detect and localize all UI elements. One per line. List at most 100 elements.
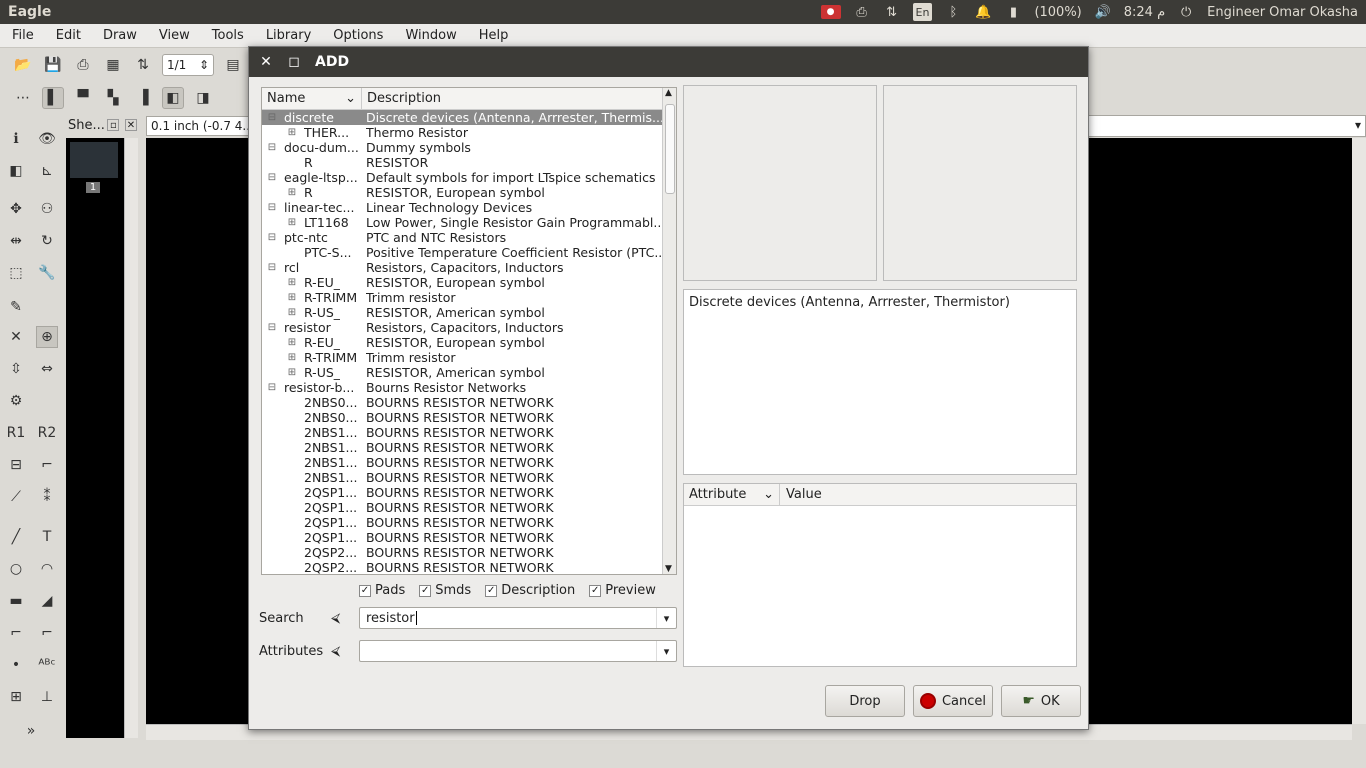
chevron-down-icon[interactable]: ▾ <box>1355 118 1361 132</box>
name-icon[interactable]: R1 <box>5 422 27 444</box>
pads-checkbox[interactable]: ✓ Pads <box>359 583 405 598</box>
open-icon[interactable]: 📂 <box>12 54 34 76</box>
rect-icon[interactable]: ▬ <box>5 590 27 612</box>
save-icon[interactable]: 💾 <box>42 54 64 76</box>
search-input[interactable]: resistor ▾ <box>359 607 677 629</box>
preview-checkbox[interactable]: ✓ Preview <box>589 583 656 598</box>
tree-row[interactable]: 2QSP1... BOURNS RESISTOR NETWORK <box>262 485 676 500</box>
paste-icon[interactable]: ✎ <box>5 296 27 318</box>
tree-row[interactable]: ⊟ linear-tec... Linear Technology Devices <box>262 200 676 215</box>
tree-row[interactable]: 2NBS1... BOURNS RESISTOR NETWORK <box>262 470 676 485</box>
expand-toggle-icon[interactable]: ⊞ <box>286 305 298 320</box>
expand-toggle-icon[interactable]: ⊞ <box>286 365 298 380</box>
tree-row[interactable]: ⊟ rcl Resistors, Capacitors, Inductors <box>262 260 676 275</box>
tree-row[interactable]: 2NBS0... BOURNS RESISTOR NETWORK <box>262 410 676 425</box>
spin-arrows-icon[interactable]: ⇕ <box>199 58 209 72</box>
cancel-button[interactable]: Cancel <box>913 685 993 717</box>
attribute-column-header[interactable]: Attribute ⌄ <box>684 484 780 505</box>
label-icon[interactable]: ᴬᴮᶜ <box>36 654 58 676</box>
move-icon[interactable]: ✥ <box>5 198 27 220</box>
value-icon[interactable]: R2 <box>36 422 58 444</box>
layer-icon[interactable]: ◧ <box>5 160 27 182</box>
menu-view[interactable]: View <box>147 28 200 43</box>
expand-toggle-icon[interactable]: ⊟ <box>266 320 278 335</box>
miter-icon[interactable]: ⌐ <box>36 454 58 476</box>
tree-scrollbar[interactable]: ▲ ▼ <box>662 88 676 574</box>
checkbox-box[interactable]: ✓ <box>419 584 432 597</box>
menu-tools[interactable]: Tools <box>200 28 254 43</box>
scroll-up-icon[interactable]: ▲ <box>665 88 672 98</box>
expand-toggle-icon[interactable]: ⊞ <box>286 275 298 290</box>
value-column-header[interactable]: Value <box>780 484 828 505</box>
expand-toggle-icon[interactable]: ⊞ <box>286 185 298 200</box>
copy-icon[interactable]: ⚇ <box>36 198 58 220</box>
expand-toggle-icon[interactable]: ⊟ <box>266 110 278 125</box>
battery-icon[interactable]: ▮ <box>1004 3 1022 21</box>
clock[interactable]: م 8:24 <box>1124 5 1165 20</box>
tree-row[interactable]: 2NBS1... BOURNS RESISTOR NETWORK <box>262 455 676 470</box>
bus-icon[interactable]: ⌐ <box>5 622 27 644</box>
tree-row[interactable]: ⊞ R-US_ RESISTOR, American symbol <box>262 305 676 320</box>
tree-row[interactable]: ⊞ R-TRIMM Trimm resistor <box>262 350 676 365</box>
menu-draw[interactable]: Draw <box>91 28 147 43</box>
tree-row[interactable]: ⊞ R-TRIMM Trimm resistor <box>262 290 676 305</box>
align-left-icon[interactable]: ▌ <box>42 87 64 109</box>
mirror-off-icon[interactable]: ◨ <box>192 87 214 109</box>
delete-icon[interactable]: ✕ <box>5 326 27 348</box>
tree-row[interactable]: 2NBS0... BOURNS RESISTOR NETWORK <box>262 395 676 410</box>
info-icon[interactable]: ℹ <box>5 128 27 150</box>
board-switch-icon[interactable]: ▤ <box>222 54 244 76</box>
align-top-icon[interactable]: ▀ <box>72 87 94 109</box>
tree-row[interactable]: R RESISTOR <box>262 155 676 170</box>
expand-toggle-icon[interactable]: ⊟ <box>266 260 278 275</box>
expand-toggle-icon[interactable]: ⊞ <box>286 350 298 365</box>
expand-toggle-icon[interactable]: ⊟ <box>266 380 278 395</box>
float-icon[interactable]: ▫ <box>107 119 120 131</box>
menu-library[interactable]: Library <box>254 28 321 43</box>
mark-icon[interactable]: ⊾ <box>36 160 58 182</box>
menu-edit[interactable]: Edit <box>44 28 91 43</box>
bluetooth-icon[interactable]: ᛒ <box>944 3 962 21</box>
arc-icon[interactable]: ◠ <box>36 558 58 580</box>
close-icon[interactable]: ✕ <box>259 54 273 70</box>
add-icon[interactable]: ⊕ <box>36 326 58 348</box>
printer-icon[interactable]: ⎙ <box>853 3 871 21</box>
optimize-icon[interactable]: ⁑ <box>36 486 58 508</box>
smash-icon[interactable]: ⊟ <box>5 454 27 476</box>
print-icon[interactable]: ⎙ <box>72 54 94 76</box>
expand-toggle-icon[interactable]: ⊞ <box>286 215 298 230</box>
tree-row[interactable]: ⊞ R-EU_ RESISTOR, European symbol <box>262 335 676 350</box>
tree-row[interactable]: ⊞ R-EU_ RESISTOR, European symbol <box>262 275 676 290</box>
menu-file[interactable]: File <box>0 28 44 43</box>
net-icon[interactable]: ⌐ <box>36 622 58 644</box>
checkbox-box[interactable]: ✓ <box>589 584 602 597</box>
command-line[interactable]: ▾ <box>1088 115 1366 137</box>
tree-row[interactable]: 2QSP1... BOURNS RESISTOR NETWORK <box>262 500 676 515</box>
chevron-down-icon[interactable]: ▾ <box>656 641 676 661</box>
screen-recorder-icon[interactable]: ● <box>820 5 841 19</box>
mirror-icon[interactable]: ◧ <box>162 87 184 109</box>
tree-row[interactable]: ⊟ discrete Discrete devices (Antenna, Arrr… <box>262 110 676 125</box>
expand-toggle-icon[interactable]: ⊟ <box>266 230 278 245</box>
attributes-input[interactable]: ▾ <box>359 640 677 662</box>
tree-row[interactable]: ⊟ ptc-ntc PTC and NTC Resistors <box>262 230 676 245</box>
search-apply-icon[interactable]: ⮘ <box>331 611 359 626</box>
tree-row[interactable]: 2NBS1... BOURNS RESISTOR NETWORK <box>262 440 676 455</box>
expand-toggle-icon[interactable]: ⊟ <box>266 170 278 185</box>
tree-row[interactable]: ⊟ eagle-ltsp... Default symbols for import… <box>262 170 676 185</box>
tree-row[interactable]: ⊞ THER... Thermo Resistor <box>262 125 676 140</box>
expand-toggle-icon[interactable]: ⊞ <box>286 125 298 140</box>
tree-row[interactable]: 2QSP2... BOURNS RESISTOR NETWORK <box>262 560 676 574</box>
sheets-scrollbar[interactable] <box>124 138 138 738</box>
notification-bell-icon[interactable]: 🔔 <box>974 3 992 21</box>
description-column-header[interactable]: Description <box>362 88 446 109</box>
polygon-icon[interactable]: ◢ <box>36 590 58 612</box>
tree-row[interactable]: PTC-S... Positive Temperature Coefficient… <box>262 245 676 260</box>
keyboard-language-indicator[interactable]: En <box>912 3 933 21</box>
chevron-down-icon[interactable]: ⌄ <box>345 91 356 106</box>
description-checkbox[interactable]: ✓ Description <box>485 583 575 598</box>
smds-checkbox[interactable]: ✓ Smds <box>419 583 471 598</box>
split-icon[interactable]: ⟋ <box>5 486 27 508</box>
replace-icon[interactable]: ⇔ <box>36 358 58 380</box>
expand-toggle-icon[interactable]: ⊟ <box>266 140 278 155</box>
